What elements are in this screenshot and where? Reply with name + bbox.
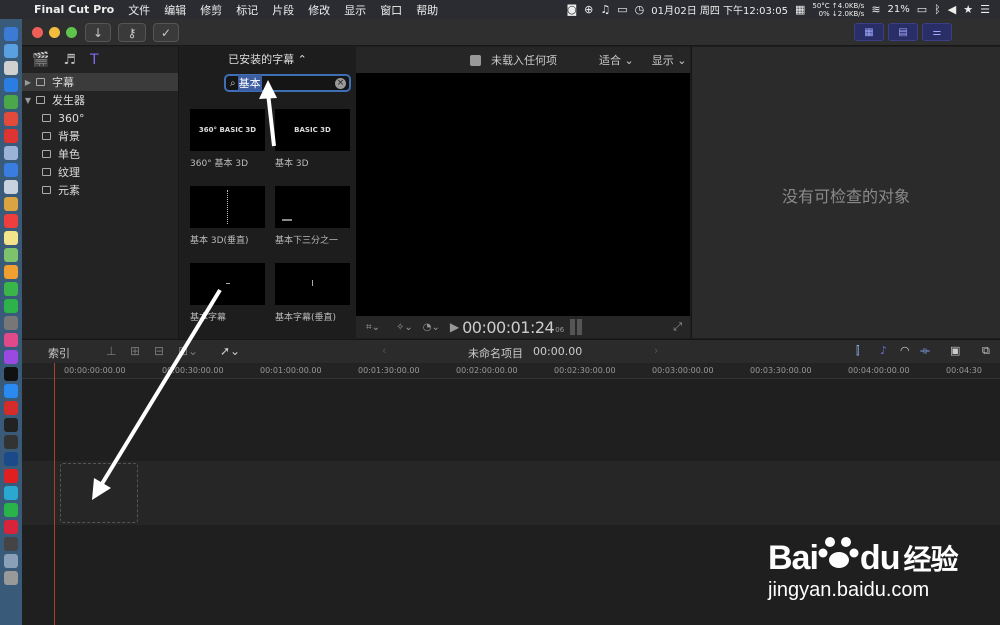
watermark-url: jingyan.baidu.com <box>768 579 930 601</box>
watermark-brand-suffix: du <box>859 539 901 577</box>
paw-logo-icon <box>818 533 860 578</box>
arrow-to-timeline <box>98 288 222 489</box>
watermark-brand-cn: 经验 <box>903 544 958 575</box>
baidu-watermark: Bai du 经验 jingyan.baidu.com <box>760 515 990 615</box>
arrowhead-icon <box>259 80 277 99</box>
arrow-to-search <box>266 92 276 147</box>
watermark-brand: Bai <box>768 539 819 577</box>
